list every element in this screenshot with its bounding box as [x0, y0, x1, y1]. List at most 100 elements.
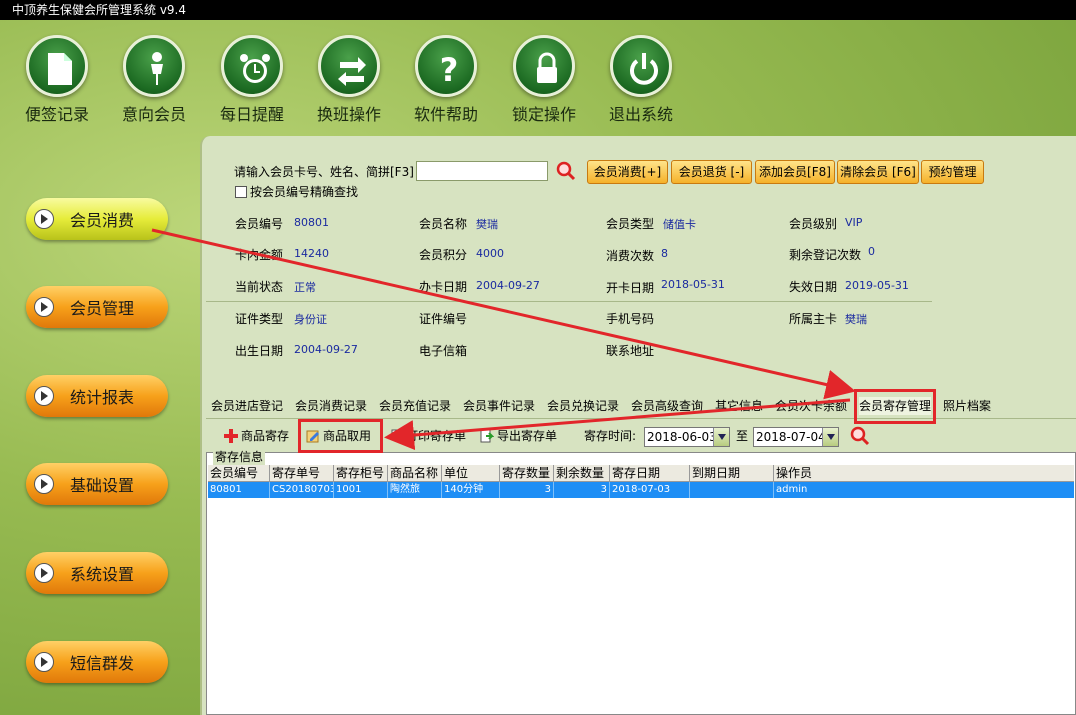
col-header[interactable]: 操作员 [774, 465, 1074, 482]
exact-match-checkbox[interactable]: 按会员编号精确查找 [235, 183, 358, 200]
date-from-select[interactable]: 2018-06-03 [644, 427, 730, 447]
sidebar-label: 基础设置 [70, 476, 135, 495]
play-icon [34, 474, 54, 494]
sidebar-basic-settings[interactable]: 基础设置 [26, 463, 168, 505]
store-goods-button[interactable]: 商品寄存 [224, 427, 289, 444]
add-member-button[interactable]: 添加会员[F8] [755, 160, 835, 184]
field-label: 证件类型 [235, 312, 284, 326]
field-value: 储值卡 [663, 218, 696, 231]
field-value: 樊瑞 [476, 218, 498, 231]
return-button[interactable]: 会员退货 [-] [671, 160, 752, 184]
plus-icon [224, 429, 238, 443]
col-header[interactable]: 寄存日期 [610, 465, 690, 482]
field-label: 手机号码 [606, 312, 655, 326]
table-cell: 1001 [334, 482, 388, 498]
field-value: 4000 [476, 247, 504, 260]
toolbar-help-label: 软件帮助 [413, 105, 478, 124]
field-value: 樊瑞 [845, 313, 867, 326]
tab-recharge[interactable]: 会员充值记录 [379, 397, 451, 415]
highlight-storage-tab [854, 389, 936, 424]
note-icon [26, 35, 88, 97]
field-label: 电子信箱 [419, 344, 468, 358]
toolbar-reminder-button[interactable]: 每日提醒 [212, 35, 292, 125]
field-label: 卡内金额 [235, 248, 284, 262]
reservation-button[interactable]: 预约管理 [921, 160, 984, 184]
swap-arrows-icon [318, 35, 380, 97]
tab-consume[interactable]: 会员消费记录 [295, 397, 367, 415]
tab-advanced-query[interactable]: 会员高级查询 [631, 397, 703, 415]
search-storage-icon[interactable] [850, 426, 870, 446]
tab-photos[interactable]: 照片档案 [943, 397, 991, 415]
toolbar-prospect-label: 意向会员 [121, 105, 186, 124]
toolbar-exit-button[interactable]: 退出系统 [601, 35, 681, 125]
tab-exchange[interactable]: 会员兑换记录 [547, 397, 619, 415]
consume-button[interactable]: 会员消费[+] [587, 160, 668, 184]
table-cell: 陶然旅 [388, 482, 442, 498]
field-value: 2004-09-27 [476, 279, 540, 292]
field-label: 剩余登记次数 [789, 248, 862, 262]
col-header[interactable]: 商品名称 [388, 465, 442, 482]
storage-time-label: 寄存时间: [584, 429, 637, 443]
table-cell: 3 [554, 482, 610, 498]
print-slip-button[interactable]: 打印寄存单 [389, 427, 466, 444]
table-cell [690, 482, 774, 498]
field-value: 正常 [294, 281, 316, 294]
sidebar-system-settings[interactable]: 系统设置 [26, 552, 168, 594]
tab-card-balance[interactable]: 会员次卡余额 [775, 397, 847, 415]
print-slip-label: 打印寄存单 [406, 429, 467, 443]
col-header[interactable]: 寄存数量 [500, 465, 554, 482]
window-title: 中顶养生保健会所管理系统 v9.4 [0, 0, 1076, 20]
field-value: 0 [868, 245, 875, 258]
toolbar-help-button[interactable]: ? 软件帮助 [406, 35, 486, 125]
sidebar-member-manage[interactable]: 会员管理 [26, 286, 168, 328]
sidebar-member-consume[interactable]: 会员消费 [26, 198, 168, 240]
chevron-down-icon[interactable] [822, 428, 838, 446]
field-label: 所属主卡 [789, 312, 838, 326]
play-icon [34, 297, 54, 317]
tab-other-info[interactable]: 其它信息 [715, 397, 763, 415]
search-input[interactable] [416, 161, 548, 181]
export-icon [480, 429, 495, 443]
table-row[interactable]: 80801 CS20180703 1001 陶然旅 140分钟 3 3 2018… [208, 482, 1074, 498]
search-icon[interactable] [556, 161, 576, 181]
col-header[interactable]: 到期日期 [690, 465, 774, 482]
tab-events[interactable]: 会员事件记录 [463, 397, 535, 415]
sidebar-reports[interactable]: 统计报表 [26, 375, 168, 417]
date-to-select[interactable]: 2018-07-04 [753, 427, 839, 447]
sidebar-label: 短信群发 [70, 654, 135, 673]
sidebar-sms[interactable]: 短信群发 [26, 641, 168, 683]
checkbox-box[interactable] [235, 186, 247, 198]
clear-member-button[interactable]: 清除会员 [F6] [837, 160, 919, 184]
field-label: 会员类型 [606, 217, 655, 231]
play-icon [34, 209, 54, 229]
toolbar-exit-label: 退出系统 [608, 105, 673, 124]
export-slip-button[interactable]: 导出寄存单 [480, 427, 557, 444]
sidebar-label: 统计报表 [70, 388, 135, 407]
col-header[interactable]: 寄存单号 [270, 465, 334, 482]
play-icon [34, 563, 54, 583]
chevron-down-icon[interactable] [713, 428, 729, 446]
divider [206, 301, 932, 302]
toolbar-notes-button[interactable]: 便签记录 [17, 35, 97, 125]
col-header[interactable]: 寄存柜号 [334, 465, 388, 482]
date-to-label: 至 [736, 429, 749, 443]
field-label: 开卡日期 [606, 281, 655, 295]
lock-icon [513, 35, 575, 97]
search-label: 请输入会员卡号、姓名、简拼[F3] [234, 165, 414, 179]
toolbar-lock-button[interactable]: 锁定操作 [504, 35, 584, 125]
table-cell: 3 [500, 482, 554, 498]
toolbar-reminder-label: 每日提醒 [219, 105, 284, 124]
field-label: 当前状态 [235, 280, 284, 294]
toolbar-shift-button[interactable]: 换班操作 [309, 35, 389, 125]
tab-visit[interactable]: 会员进店登记 [211, 397, 283, 415]
toolbar-prospect-button[interactable]: 意向会员 [114, 35, 194, 125]
play-icon [34, 386, 54, 406]
svg-text:?: ? [440, 51, 459, 89]
col-header[interactable]: 单位 [442, 465, 500, 482]
date-from-value: 2018-06-03 [647, 430, 717, 444]
col-header[interactable]: 会员编号 [208, 465, 270, 482]
field-label: 会员编号 [235, 217, 284, 231]
field-label: 消费次数 [606, 249, 655, 263]
sidebar-label: 系统设置 [70, 565, 135, 584]
col-header[interactable]: 剩余数量 [554, 465, 610, 482]
